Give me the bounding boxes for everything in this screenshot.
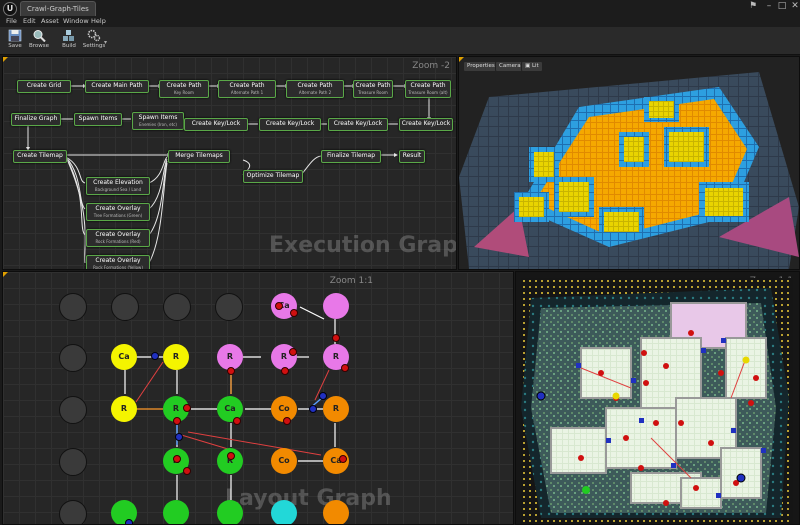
node-create-path-treasure-room[interactable]: Create Path Treasure Room xyxy=(353,80,393,98)
layout-cell-empty[interactable] xyxy=(111,293,139,321)
node-create-grid[interactable]: Create Grid xyxy=(17,80,71,93)
key-marker xyxy=(227,367,235,375)
layout-cell-empty[interactable] xyxy=(59,448,87,476)
node-create-key-lock-4[interactable]: Create Key/Lock xyxy=(399,118,453,131)
node-optimize-tilemap[interactable]: Optimize Tilemap xyxy=(243,170,303,183)
key-marker xyxy=(332,334,340,342)
key-marker xyxy=(339,455,347,463)
browse-button[interactable]: Browse xyxy=(26,29,52,53)
node-create-main-path[interactable]: Create Main Path xyxy=(85,80,149,93)
menu-asset[interactable]: Asset xyxy=(41,16,59,27)
layout-cell-empty[interactable] xyxy=(215,293,243,321)
viewport-3d-panel[interactable]: Properties Camera ▣ Lit xyxy=(458,56,800,270)
node-create-path-key-room[interactable]: Create Path Key Room xyxy=(159,80,209,98)
key-marker xyxy=(283,417,291,425)
lit-button[interactable]: ▣ Lit xyxy=(521,61,543,72)
room-node-orange-r[interactable]: R xyxy=(323,396,349,422)
layout-cell-empty[interactable] xyxy=(59,344,87,372)
minimize-icon[interactable]: – xyxy=(762,0,776,12)
properties-button[interactable]: Properties xyxy=(463,61,499,72)
room-node-pink[interactable] xyxy=(323,293,349,319)
menu-file[interactable]: File xyxy=(6,16,17,27)
execution-graph-panel[interactable]: Zoom -2 Execution Graph Create Grid Crea… xyxy=(2,56,457,270)
node-create-overlay-trees[interactable]: Create Overlay Tree Formations (Green) xyxy=(86,203,150,221)
room-node-green[interactable] xyxy=(217,500,243,524)
toolbar: Save Browse Build Settings ▾ xyxy=(0,27,800,55)
room-node-yellow-r[interactable]: R xyxy=(111,396,137,422)
lit-view-icon: ▣ xyxy=(525,63,532,69)
key-marker xyxy=(290,309,298,317)
lock-marker xyxy=(151,352,159,360)
lock-marker xyxy=(175,433,183,441)
tilemap-render xyxy=(521,278,793,524)
room-node-yellow-ca[interactable]: Ca xyxy=(111,344,137,370)
node-create-path-alternate-2[interactable]: Create Path Alternate Path 2 xyxy=(286,80,344,98)
node-create-path-treasure-room-alt[interactable]: Create Path Treasure Room (alt) xyxy=(405,80,451,98)
tilemap-panel[interactable]: Zoom 1:1 xyxy=(515,271,800,525)
key-marker xyxy=(289,348,297,356)
key-marker xyxy=(233,417,241,425)
room-node-orange-co[interactable]: Co xyxy=(271,448,297,474)
room-node-orange[interactable] xyxy=(323,500,349,524)
layout-graph-panel[interactable]: Zoom 1:1 Layout Graph Ca R R R Ca R R R … xyxy=(2,271,514,525)
layout-cell-empty[interactable] xyxy=(59,500,87,524)
magnifier-icon xyxy=(33,30,46,42)
node-merge-tilemaps[interactable]: Merge Tilemaps xyxy=(168,150,230,163)
key-marker xyxy=(183,467,191,475)
key-marker xyxy=(275,302,283,310)
room-node-yellow-r[interactable]: R xyxy=(163,344,189,370)
settings-dropdown-icon[interactable]: ▾ xyxy=(104,39,107,46)
build-icon xyxy=(63,30,74,41)
document-tab[interactable]: Crawl-Graph-Tiles xyxy=(20,1,96,16)
dungeon-3d-render xyxy=(459,72,799,269)
layout-cell-empty[interactable] xyxy=(163,293,191,321)
node-create-overlay-rock-yellow[interactable]: Create Overlay Rock Formations (Yellow) xyxy=(86,255,150,269)
node-spawn-items-enemies[interactable]: Spawn Items Enemies (Iron, etc) xyxy=(132,112,184,130)
room-node-green[interactable] xyxy=(111,500,137,524)
lock-marker xyxy=(319,392,327,400)
lock-marker xyxy=(125,519,133,524)
key-marker xyxy=(173,417,181,425)
node-create-overlay-rock-red[interactable]: Create Overlay Rock Formations (Red) xyxy=(86,229,150,247)
save-icon xyxy=(8,29,22,42)
node-finalize-graph[interactable]: Finalize Graph xyxy=(11,113,61,126)
key-marker xyxy=(183,404,191,412)
node-create-path-alternate-1[interactable]: Create Path Alternate Path 1 xyxy=(218,80,276,98)
layout-cell-empty[interactable] xyxy=(59,293,87,321)
notification-icon[interactable]: ⚑ xyxy=(746,0,760,12)
key-marker xyxy=(227,452,235,460)
close-icon[interactable]: ✕ xyxy=(788,0,800,12)
maximize-icon[interactable]: □ xyxy=(775,0,789,12)
unreal-logo-icon: U xyxy=(3,2,17,16)
key-marker xyxy=(341,364,349,372)
node-create-key-lock-2[interactable]: Create Key/Lock xyxy=(259,118,321,131)
node-spawn-items[interactable]: Spawn Items xyxy=(74,113,122,126)
node-result[interactable]: Result xyxy=(399,150,425,163)
menu-bar: File Edit Asset Window Help xyxy=(0,16,800,27)
layout-cell-empty[interactable] xyxy=(59,396,87,424)
node-create-key-lock-1[interactable]: Create Key/Lock xyxy=(184,118,248,131)
lock-marker xyxy=(309,405,317,413)
menu-edit[interactable]: Edit xyxy=(23,16,36,27)
menu-window[interactable]: Window xyxy=(63,16,89,27)
room-node-green[interactable] xyxy=(163,500,189,524)
key-marker xyxy=(173,455,181,463)
build-button[interactable]: Build xyxy=(56,29,82,53)
title-bar: U Crawl-Graph-Tiles ⚑ – □ ✕ xyxy=(0,0,800,16)
node-create-tilemap[interactable]: Create Tilemap xyxy=(13,150,67,163)
menu-help[interactable]: Help xyxy=(91,16,106,27)
node-create-elevation[interactable]: Create Elevation Background Sea / Land xyxy=(86,177,150,195)
settings-icon xyxy=(87,29,101,42)
key-marker xyxy=(281,367,289,375)
node-create-key-lock-3[interactable]: Create Key/Lock xyxy=(328,118,388,131)
room-node-cyan[interactable] xyxy=(271,500,297,524)
save-button[interactable]: Save xyxy=(2,29,28,53)
node-finalize-tilemap[interactable]: Finalize Tilemap xyxy=(321,150,381,163)
